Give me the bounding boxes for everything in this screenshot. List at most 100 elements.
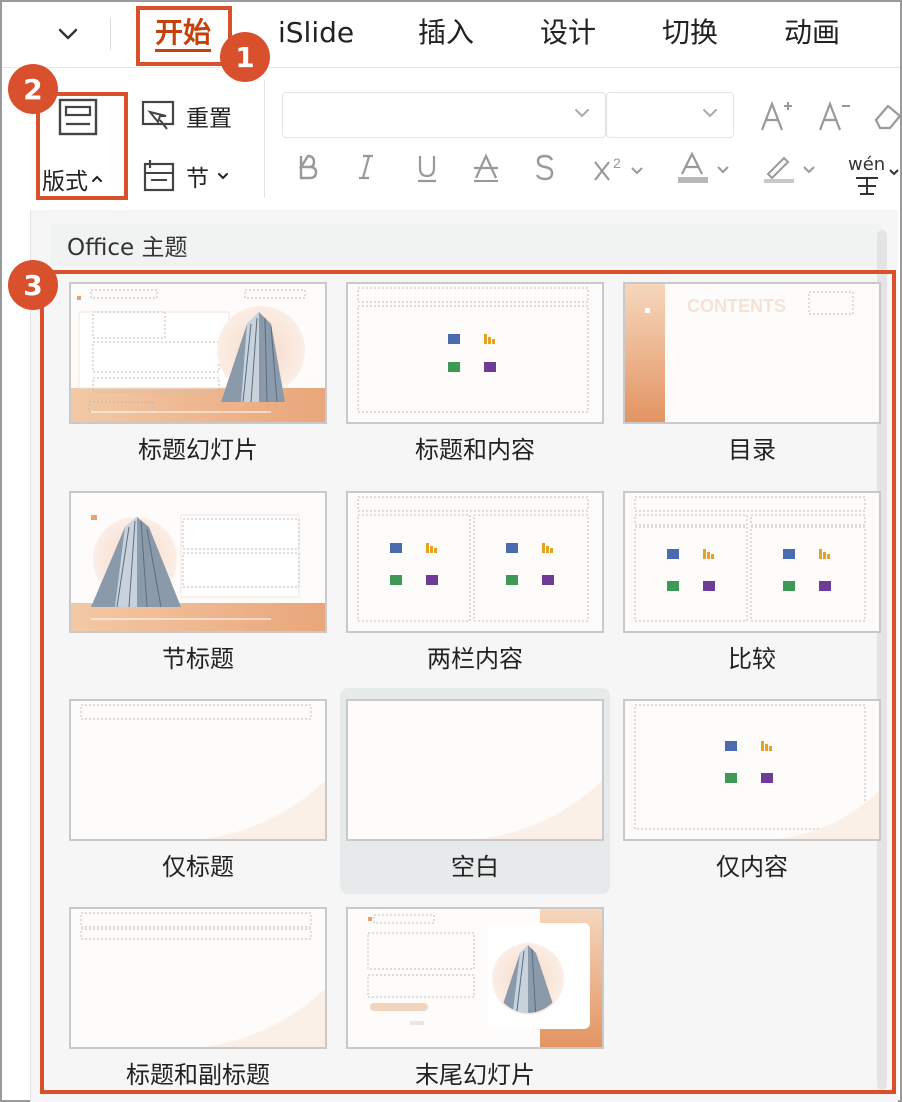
layout-label: 空白 [451, 853, 499, 881]
font-color-button[interactable] [676, 151, 738, 193]
chevron-down-icon [218, 173, 228, 180]
strikethrough-icon [474, 153, 498, 182]
chevron-down-icon [889, 169, 899, 176]
layout-label: 比较 [728, 645, 776, 673]
section-button-label: 节 [186, 166, 209, 192]
font-color-icon [678, 151, 729, 183]
layout-label: 仅内容 [716, 853, 788, 881]
layout-comparison[interactable]: 比较 [617, 485, 887, 685]
tab-home-label: 开始 [155, 16, 212, 49]
section-icon [143, 160, 175, 192]
font-name-dropdown[interactable] [282, 92, 606, 138]
font-grow-icon [760, 100, 792, 131]
tab-animations[interactable]: 动画 [784, 12, 840, 54]
phonetic-guide-label: wén [848, 154, 886, 175]
tab-design-label: 设计 [540, 16, 597, 49]
tab-home[interactable]: 开始 [155, 12, 212, 54]
layout-thumbnail [623, 491, 881, 633]
layout-thumbnail [346, 699, 604, 841]
reset-button[interactable]: 重置 [140, 98, 232, 134]
collapse-ribbon-button[interactable] [50, 16, 86, 52]
ribbon-home: 版式 重置 节 2 wén [2, 68, 902, 210]
tab-islide-label: iSlide [278, 16, 355, 49]
increase-font-button[interactable] [758, 98, 794, 138]
underline-icon [418, 156, 436, 183]
layout-button[interactable]: 版式 [40, 90, 124, 200]
layout-label: 标题和副标题 [126, 1061, 270, 1089]
tab-insert-label: 插入 [418, 16, 475, 49]
annotation-number: 3 [23, 268, 43, 302]
layout-thumbnail [623, 699, 881, 841]
layout-label: 标题和内容 [415, 436, 535, 464]
layout-thumbnail [69, 699, 327, 841]
layout-thumbnail [346, 491, 604, 633]
layout-title-only[interactable]: 仅标题 [63, 693, 333, 893]
layout-title-and-subtitle[interactable]: 标题和副标题 [63, 901, 333, 1101]
tab-transitions-label: 切换 [662, 16, 719, 49]
reset-button-label: 重置 [186, 106, 232, 132]
chevron-down-icon [58, 28, 78, 40]
font-size-dropdown[interactable] [606, 92, 734, 138]
layout-contents[interactable]: CONTENTS 目录 [617, 276, 887, 476]
highlighter-icon [764, 156, 815, 183]
layout-title-slide[interactable]: 标题幻灯片 [63, 276, 333, 476]
layout-label: 两栏内容 [427, 645, 523, 673]
ribbon-tab-bar: 开始 iSlide 插入 设计 切换 动画 [2, 2, 900, 68]
layout-section-header[interactable]: 节标题 [63, 485, 333, 685]
text-shadow-button[interactable] [532, 152, 558, 191]
chevron-up-icon [92, 175, 102, 182]
theme-group-title: Office 主题 [67, 235, 188, 261]
italic-icon [359, 154, 373, 180]
layout-button-label: 版式 [42, 169, 88, 195]
clear-format-button[interactable] [872, 98, 902, 138]
phonetic-guide-button[interactable]: wén [848, 154, 900, 196]
eraser-icon [874, 104, 902, 130]
layout-end-slide[interactable]: 末尾幻灯片 [340, 901, 610, 1101]
strikethrough-button[interactable] [472, 152, 500, 191]
layout-content-only[interactable]: 仅内容 [617, 693, 887, 893]
bold-button[interactable] [296, 152, 320, 189]
layout-thumbnail [69, 282, 327, 424]
decrease-font-button[interactable] [816, 98, 852, 138]
superscript-button[interactable]: 2 [592, 154, 648, 191]
chevron-down-icon [703, 109, 717, 118]
layout-label: 节标题 [162, 645, 234, 673]
shadow-s-icon [535, 154, 554, 181]
tab-insert[interactable]: 插入 [418, 12, 474, 54]
layout-label: 目录 [728, 436, 776, 464]
reset-layout-icon [141, 100, 175, 130]
layout-label: 仅标题 [162, 853, 234, 881]
layout-title-and-content[interactable]: 标题和内容 [340, 276, 610, 476]
tab-animations-label: 动画 [784, 16, 841, 49]
annotation-badge-2: 2 [8, 64, 58, 114]
superscript-icon: 2 [594, 155, 643, 181]
layout-gallery-panel: Office 主题 标题幻灯片 标题和内容 CONTENTS 目录 节标题 两栏… [30, 210, 898, 1102]
annotation-badge-3: 3 [8, 260, 58, 310]
tab-divider [110, 18, 111, 50]
chevron-down-icon [575, 109, 589, 118]
underline-button[interactable] [414, 152, 440, 191]
layout-thumbnail [346, 282, 604, 424]
layout-label: 末尾幻灯片 [415, 1061, 535, 1089]
phonetic-char-icon [856, 177, 878, 195]
layout-label: 标题幻灯片 [138, 436, 258, 464]
layout-two-content[interactable]: 两栏内容 [340, 485, 610, 685]
tab-design[interactable]: 设计 [540, 12, 596, 54]
layout-thumbnail [346, 907, 604, 1049]
layout-blank[interactable]: 空白 [340, 688, 610, 894]
contents-watermark: CONTENTS [687, 296, 786, 316]
window-frame: 开始 iSlide 插入 设计 切换 动画 版式 重置 节 2 wén Offi… [0, 0, 902, 1102]
layout-thumbnail: CONTENTS [623, 282, 881, 424]
layout-thumbnail [69, 907, 327, 1049]
annotation-number: 1 [235, 40, 255, 74]
annotation-number: 2 [23, 72, 43, 106]
layout-thumbnail [69, 491, 327, 633]
ribbon-group-divider [264, 80, 265, 198]
highlight-button[interactable] [762, 152, 824, 193]
annotation-badge-1: 1 [220, 32, 270, 82]
italic-button[interactable] [354, 152, 378, 189]
tab-islide[interactable]: iSlide [278, 12, 354, 54]
tab-transitions[interactable]: 切换 [662, 12, 718, 54]
bold-icon [298, 154, 318, 180]
section-button[interactable]: 节 [140, 158, 229, 194]
